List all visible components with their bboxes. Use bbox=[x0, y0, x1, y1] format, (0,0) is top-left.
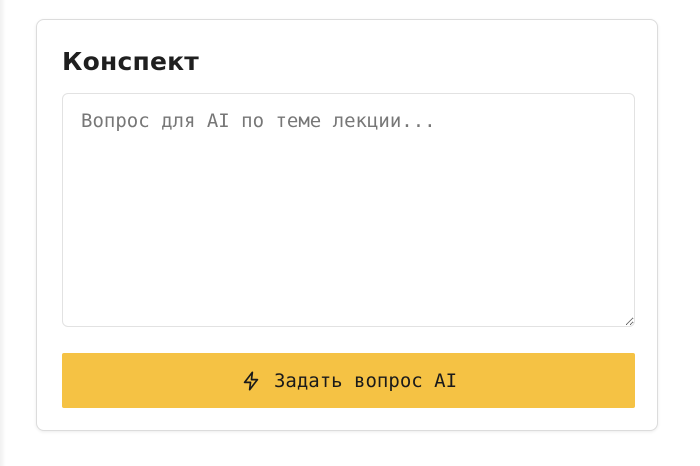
ai-question-input[interactable] bbox=[62, 93, 635, 327]
lightning-icon bbox=[240, 370, 262, 392]
notes-panel: Конспект Задать вопрос AI bbox=[36, 19, 658, 431]
ask-ai-button-label: Задать вопрос AI bbox=[273, 369, 458, 392]
sidebar-edge-shadow bbox=[0, 0, 6, 466]
ask-ai-button[interactable]: Задать вопрос AI bbox=[62, 353, 635, 408]
panel-title: Конспект bbox=[62, 47, 199, 76]
